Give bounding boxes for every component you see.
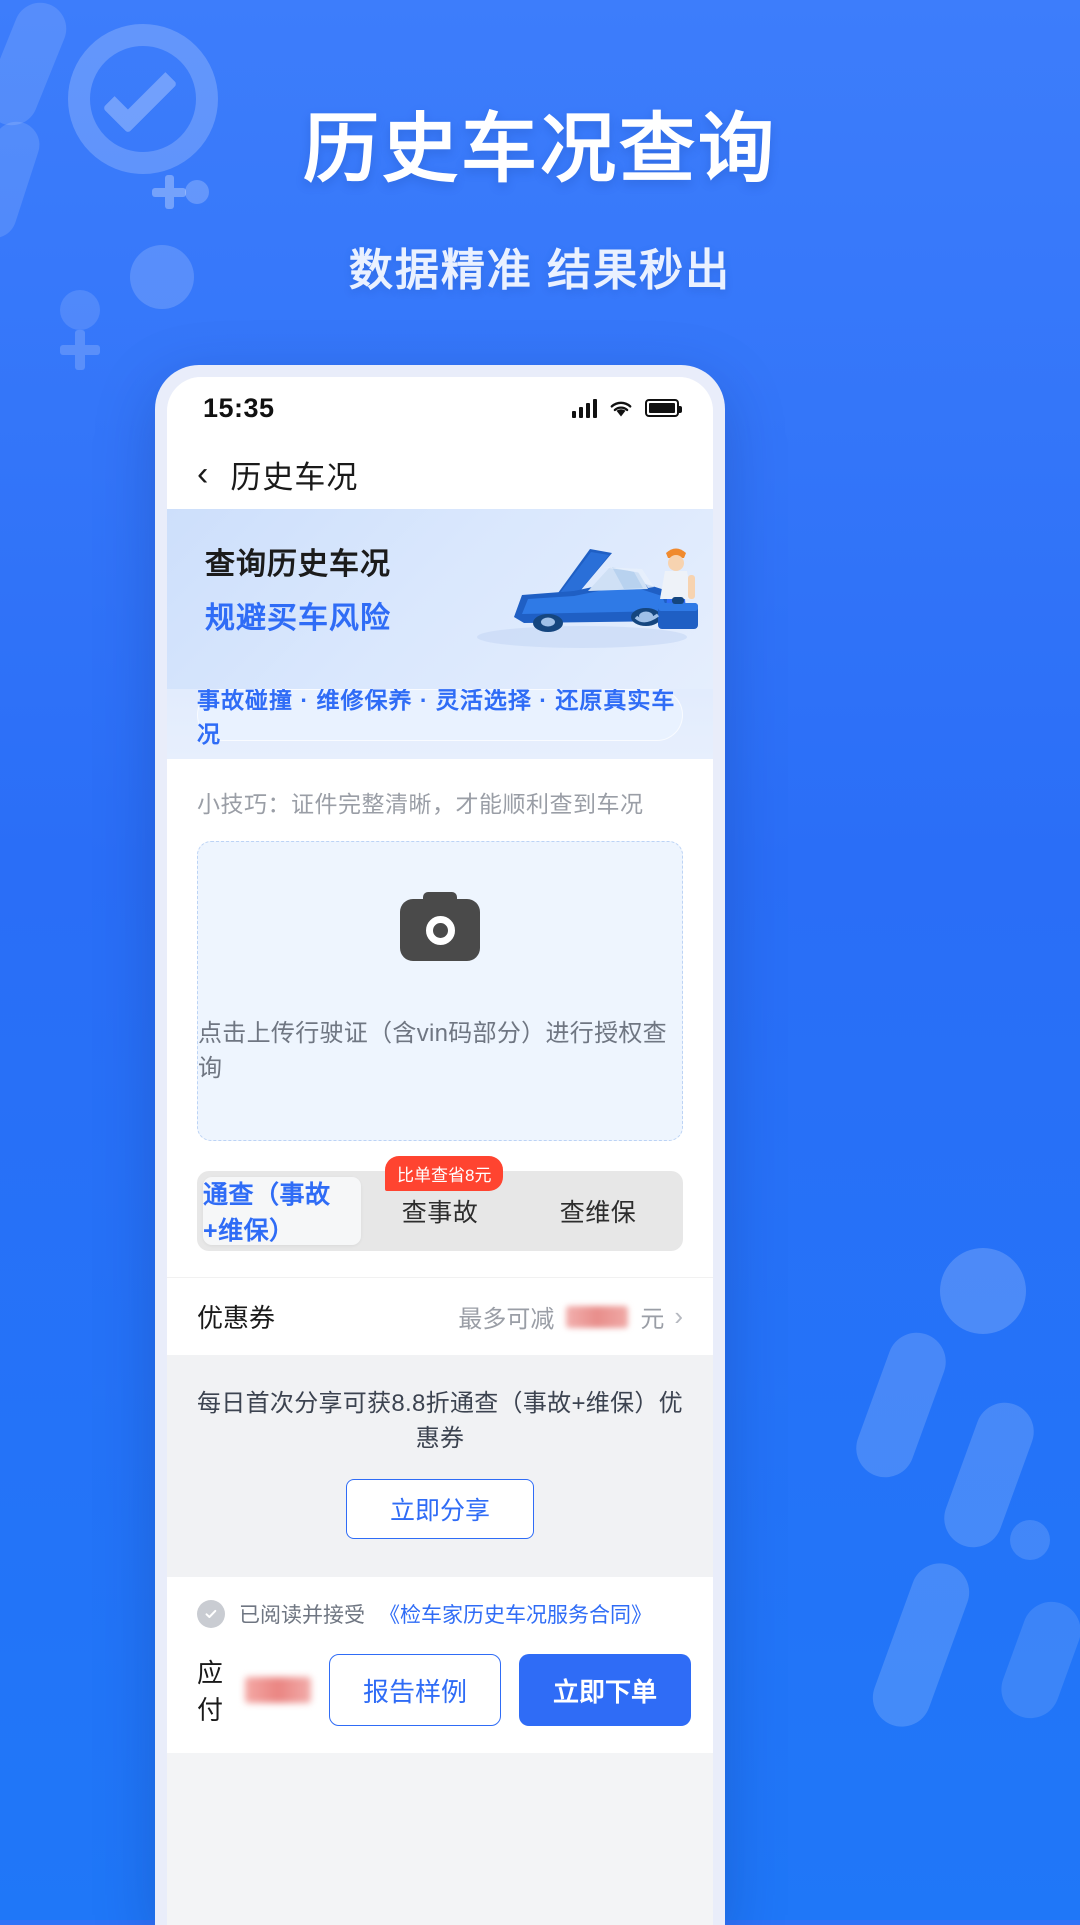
coupon-value-prefix: 最多可减	[458, 1306, 555, 1333]
coupon-amount-masked	[566, 1305, 629, 1328]
share-button[interactable]: 立即分享	[346, 1479, 534, 1539]
camera-icon	[400, 892, 480, 961]
navbar-title: 历史车况	[230, 459, 359, 495]
page-title: 历史车况查询	[303, 107, 777, 192]
coupon-value: 最多可减 元 ›	[458, 1299, 683, 1334]
agreement-link[interactable]: 《检车家历史车况服务合同》	[379, 1599, 652, 1629]
decor-pill-3	[848, 1324, 954, 1486]
status-bar: 15:35	[167, 377, 713, 439]
battery-icon	[645, 399, 682, 417]
share-section: 每日首次分享可获8.8折通查（事故+维保）优惠券 立即分享	[167, 1355, 713, 1577]
upload-card: 小技巧：证件完整清晰，才能顺利查到车况 点击上传行驶证（含vin码部分）进行授权…	[167, 759, 713, 1171]
agreement-row: 已阅读并接受 《检车家历史车况服务合同》	[167, 1577, 713, 1639]
promo-banner: 查询历史车况 规避买车风险	[167, 509, 713, 689]
share-description: 每日首次分享可获8.8折通查（事故+维保）优惠券	[197, 1390, 683, 1452]
upload-tip: 小技巧：证件完整清晰，才能顺利查到车况	[197, 791, 644, 817]
hero-section: 历史车况查询 数据精准 结果秒出	[0, 108, 1080, 298]
pay-label: 应付	[197, 1658, 224, 1725]
banner-pill-wrap: 事故碰撞 · 维修保养 · 灵活选择 · 还原真实车况	[167, 687, 713, 759]
query-type-tabs-wrap: 通查（事故+维保） 查事故 查维保 比单查省8元	[167, 1156, 713, 1277]
decor-dot-5	[1010, 1520, 1050, 1560]
decor-dot-4	[940, 1248, 1026, 1334]
banner-line-1: 查询历史车况	[205, 548, 391, 581]
status-icons	[572, 398, 682, 418]
decor-pill-6	[993, 1593, 1080, 1727]
phone-mockup: 15:35 ‹ 历史车况 查询历史车况 规避买车风险 事故碰撞 · 维修保养 ·…	[155, 365, 725, 1925]
check-circle-icon[interactable]	[197, 1600, 225, 1628]
phone-screen: 15:35 ‹ 历史车况 查询历史车况 规避买车风险 事故碰撞 · 维修保养 ·…	[167, 377, 713, 1925]
tab-maintenance[interactable]: 查维保	[519, 1177, 677, 1245]
tab-discount-badge: 比单查省8元	[385, 1156, 504, 1191]
sample-report-button[interactable]: 报告样例	[329, 1654, 502, 1726]
chevron-left-icon[interactable]: ‹	[197, 457, 208, 491]
checkout-footer: 应付 报告样例 立即下单	[167, 1639, 713, 1753]
upload-dropzone[interactable]: 点击上传行驶证（含vin码部分）进行授权查询	[197, 841, 683, 1141]
coupon-value-suffix: 元	[640, 1306, 665, 1333]
status-time: 15:35	[203, 392, 275, 423]
decor-pill-5	[864, 1555, 978, 1735]
banner-line-2: 规避买车风险	[205, 602, 391, 635]
tab-full-check[interactable]: 通查（事故+维保）	[203, 1177, 361, 1245]
coupon-row[interactable]: 优惠券 最多可减 元 ›	[167, 1277, 713, 1355]
banner-text: 查询历史车况 规避买车风险	[205, 539, 391, 637]
chevron-right-icon: ›	[674, 1301, 683, 1331]
banner-feature-pill: 事故碰撞 · 维修保养 · 灵活选择 · 还原真实车况	[197, 687, 683, 747]
coupon-label: 优惠券	[197, 1303, 276, 1333]
page-subtitle: 数据精准 结果秒出	[348, 245, 732, 295]
pay-value-masked	[244, 1677, 312, 1703]
wifi-icon	[610, 401, 632, 416]
place-order-button[interactable]: 立即下单	[519, 1654, 692, 1726]
upload-hint: 点击上传行驶证（含vin码部分）进行授权查询	[198, 1020, 667, 1082]
pay-amount: 应付	[197, 1653, 312, 1727]
car-inspection-illustration	[477, 548, 698, 648]
agreement-text: 已阅读并接受	[239, 1604, 365, 1627]
signal-bars-icon	[572, 398, 597, 418]
app-navbar: ‹ 历史车况	[167, 439, 713, 509]
